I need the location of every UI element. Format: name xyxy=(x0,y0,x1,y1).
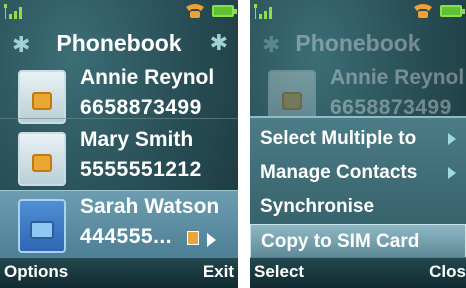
close-softkey[interactable]: Clos xyxy=(429,262,466,282)
softkey-bar: Select Clos xyxy=(250,257,466,288)
battery-icon xyxy=(212,5,237,17)
chevron-right-icon xyxy=(448,133,456,145)
contact-number: 444555... xyxy=(80,225,173,248)
phone-icon xyxy=(186,4,204,18)
contact-row[interactable]: Mary Smith 5555551212 xyxy=(0,124,238,198)
contact-number: 5555551212 xyxy=(80,158,202,181)
phone-memory-icon xyxy=(18,199,66,253)
exit-softkey[interactable]: Exit xyxy=(203,262,234,282)
options-menu: Select Multiple to Manage Contacts Synch… xyxy=(250,116,466,260)
sim-card-icon xyxy=(187,231,199,245)
signal-icon xyxy=(254,4,272,19)
sim-card-icon xyxy=(18,70,66,124)
page-title: Phonebook xyxy=(56,30,182,56)
menu-item-copy-to-sim[interactable]: Copy to SIM Card xyxy=(250,224,466,258)
contact-number: 6658873499 xyxy=(80,96,202,119)
contact-row-selected[interactable]: Sarah Watson 444555... xyxy=(0,190,238,258)
phonebook-screen: ✱ Phonebook ✱ Annie Reynol 6658873499 Ma… xyxy=(0,0,238,288)
page-title: Phonebook xyxy=(295,30,421,56)
chevron-right-icon xyxy=(448,167,456,179)
divider xyxy=(0,118,238,119)
header: ✱ Phonebook xyxy=(250,24,466,62)
header: ✱ Phonebook ✱ xyxy=(0,24,238,62)
chevron-right-icon[interactable] xyxy=(207,233,216,247)
battery-icon xyxy=(440,5,465,17)
contact-name: Annie Reynol xyxy=(80,66,215,89)
status-bar xyxy=(250,0,466,22)
status-bar xyxy=(0,0,238,22)
menu-item-label: Select Multiple to xyxy=(260,128,417,149)
contact-name: Annie Reynol xyxy=(330,66,465,89)
contact-name: Mary Smith xyxy=(80,128,194,151)
signal-icon xyxy=(4,4,22,19)
phonebook-options-screen: ✱ Phonebook Annie Reynol 6658873499 Sele… xyxy=(250,0,466,288)
select-softkey[interactable]: Select xyxy=(254,262,304,282)
options-softkey[interactable]: Options xyxy=(4,262,68,282)
softkey-bar: Options Exit xyxy=(0,257,238,288)
gear-icon: ✱ xyxy=(209,30,228,55)
menu-item-label: Synchronise xyxy=(260,196,375,217)
menu-item-label: Copy to SIM Card xyxy=(261,231,420,252)
sim-card-icon xyxy=(18,132,66,186)
menu-item-manage-contacts[interactable]: Manage Contacts xyxy=(250,156,466,190)
menu-item-label: Manage Contacts xyxy=(260,162,418,183)
phone-icon xyxy=(414,4,432,18)
menu-item-select-multiple[interactable]: Select Multiple to xyxy=(250,122,466,156)
menu-item-synchronise[interactable]: Synchronise xyxy=(250,190,466,224)
contact-name: Sarah Watson xyxy=(80,195,220,218)
